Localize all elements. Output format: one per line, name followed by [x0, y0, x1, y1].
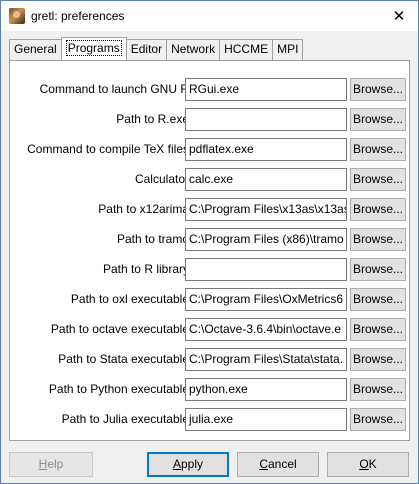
tab-editor[interactable]: Editor [125, 39, 168, 60]
cancel-label: ancel [267, 457, 297, 471]
r-exe-path-input[interactable] [185, 108, 347, 131]
r-library-path-input[interactable] [185, 258, 347, 281]
row-python-path: Path to Python executable python.exe Bro… [10, 378, 411, 402]
tab-bar: General Programs Editor Network HCCME MP… [9, 37, 304, 60]
x12arima-path-input[interactable]: C:\Program Files\x13as\x13as [185, 198, 347, 221]
browse-button[interactable]: Browse... [350, 228, 406, 251]
ok-label: K [368, 457, 377, 471]
row-r-exe-path: Path to R.exe Browse... [10, 108, 411, 132]
browse-button[interactable]: Browse... [350, 168, 406, 191]
cancel-mnemonic: C [259, 457, 268, 471]
window-title: gretl: preferences [31, 9, 125, 23]
field-label: Command to launch GNU R [39, 82, 189, 96]
row-stata-path: Path to Stata executable C:\Program File… [10, 348, 411, 372]
close-icon[interactable]: ✕ [388, 5, 410, 27]
gnu-r-command-input[interactable]: RGui.exe [185, 78, 347, 101]
tab-network[interactable]: Network [166, 39, 221, 60]
browse-button[interactable]: Browse... [350, 108, 406, 131]
browse-button[interactable]: Browse... [350, 258, 406, 281]
tab-programs-label: Programs [65, 40, 122, 56]
row-r-library-path: Path to R library Browse... [10, 258, 411, 282]
browse-button[interactable]: Browse... [350, 288, 406, 311]
oxl-path-input[interactable]: C:\Program Files\OxMetrics6 [185, 288, 347, 311]
julia-path-input[interactable]: julia.exe [185, 408, 347, 431]
row-octave-path: Path to octave executable C:\Octave-3.6.… [10, 318, 411, 342]
python-path-input[interactable]: python.exe [185, 378, 347, 401]
help-button[interactable]: Help [9, 452, 93, 477]
browse-button[interactable]: Browse... [350, 378, 406, 401]
apply-button[interactable]: Apply [147, 452, 229, 477]
row-x12arima-path: Path to x12arima C:\Program Files\x13as\… [10, 198, 411, 222]
programs-panel: Command to launch GNU R RGui.exe Browse.… [9, 60, 410, 441]
tab-hccme[interactable]: HCCME [219, 39, 274, 60]
browse-button[interactable]: Browse... [350, 348, 406, 371]
field-label: Path to octave executable [50, 322, 189, 336]
cancel-button[interactable]: Cancel [237, 452, 319, 477]
field-label: Calculator [134, 172, 189, 186]
octave-path-input[interactable]: C:\Octave-3.6.4\bin\octave.e [185, 318, 347, 341]
field-label: Path to Julia executable [61, 412, 189, 426]
tab-programs[interactable]: Programs [60, 37, 127, 60]
help-label: elp [47, 457, 64, 471]
field-label: Command to compile TeX files [27, 142, 189, 156]
field-label: Path to Stata executable [58, 352, 189, 366]
row-julia-path: Path to Julia executable julia.exe Brows… [10, 408, 411, 432]
tramo-path-input[interactable]: C:\Program Files (x86)\tramo [185, 228, 347, 251]
browse-button[interactable]: Browse... [350, 318, 406, 341]
row-oxl-path: Path to oxl executable C:\Program Files\… [10, 288, 411, 312]
tab-mpi[interactable]: MPI [272, 39, 304, 60]
field-label: Path to oxl executable [70, 292, 189, 306]
ok-mnemonic: O [359, 457, 369, 471]
browse-button[interactable]: Browse... [350, 78, 406, 101]
browse-button[interactable]: Browse... [350, 198, 406, 221]
ok-button[interactable]: OK [327, 452, 409, 477]
field-label: Path to tramo [116, 232, 189, 246]
title-bar[interactable]: gretl: preferences ✕ [1, 1, 418, 31]
browse-button[interactable]: Browse... [350, 138, 406, 161]
row-calculator: Calculator calc.exe Browse... [10, 168, 411, 192]
calculator-input[interactable]: calc.exe [185, 168, 347, 191]
field-label: Path to R library [102, 262, 189, 276]
field-label: Path to Python executable [48, 382, 189, 396]
row-tramo-path: Path to tramo C:\Program Files (x86)\tra… [10, 228, 411, 252]
apply-mnemonic: A [172, 457, 181, 471]
apply-label: pply [181, 457, 204, 471]
gretl-app-icon [9, 8, 25, 24]
row-gnu-r-command: Command to launch GNU R RGui.exe Browse.… [10, 78, 411, 102]
stata-path-input[interactable]: C:\Program Files\Stata\stata. [185, 348, 347, 371]
browse-button[interactable]: Browse... [350, 408, 406, 431]
row-tex-command: Command to compile TeX files pdflatex.ex… [10, 138, 411, 162]
field-label: Path to R.exe [116, 112, 189, 126]
preferences-window: gretl: preferences ✕ General Programs Ed… [0, 0, 419, 484]
tab-general[interactable]: General [9, 39, 62, 60]
field-label: Path to x12arima [98, 202, 189, 216]
tex-command-input[interactable]: pdflatex.exe [185, 138, 347, 161]
